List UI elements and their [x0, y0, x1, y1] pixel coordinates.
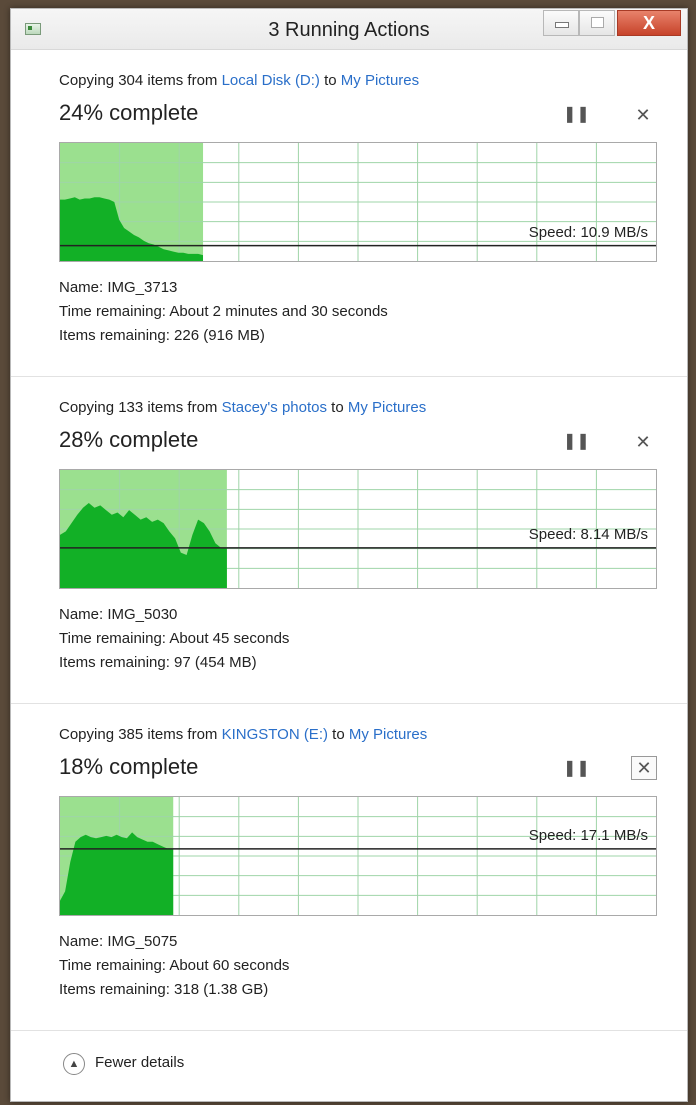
- speed-graph-svg: [60, 143, 656, 261]
- close-button[interactable]: X: [617, 10, 681, 36]
- copy-operation-1: Copying 304 items from Local Disk (D:) t…: [11, 50, 687, 377]
- copy-to: to: [319, 72, 341, 89]
- percent-complete: 24% complete: [59, 100, 199, 125]
- maximize-button[interactable]: [579, 10, 615, 36]
- copy-prefix: Copying 304 items from: [59, 72, 222, 89]
- copy-description: Copying 133 items from Stacey's photos t…: [59, 399, 426, 416]
- details: Name: IMG_5075 Time remaining: About 60 …: [59, 930, 289, 1002]
- speed-label: Speed: 10.9 MB/s: [528, 223, 648, 241]
- cancel-button[interactable]: ✕: [631, 756, 657, 780]
- pause-icon: ❚❚: [563, 760, 590, 777]
- destination-link[interactable]: My Pictures: [348, 399, 426, 416]
- file-name: Name: IMG_5030: [59, 606, 178, 623]
- speed-label: Speed: 17.1 MB/s: [528, 826, 648, 844]
- percent-complete: 18% complete: [59, 754, 199, 779]
- operations-list: Copying 304 items from Local Disk (D:) t…: [11, 50, 687, 1101]
- items-remaining: Items remaining: 97 (454 MB): [59, 654, 257, 671]
- pause-button[interactable]: ❚❚: [563, 104, 590, 126]
- pause-button[interactable]: ❚❚: [563, 431, 590, 453]
- pause-button[interactable]: ❚❚: [563, 758, 590, 780]
- percent-complete: 28% complete: [59, 427, 199, 452]
- maximize-icon: [591, 17, 604, 28]
- cancel-icon: ✕: [636, 758, 652, 778]
- destination-link[interactable]: My Pictures: [349, 726, 427, 743]
- title-bar[interactable]: 3 Running Actions X: [11, 9, 687, 50]
- speed-label: Speed: 8.14 MB/s: [528, 525, 648, 543]
- speed-graph: Speed: 10.9 MB/s: [59, 142, 657, 262]
- cancel-button[interactable]: ✕: [631, 431, 655, 453]
- time-remaining: Time remaining: About 2 minutes and 30 s…: [59, 303, 388, 320]
- cancel-icon: ✕: [635, 432, 651, 452]
- details: Name: IMG_5030 Time remaining: About 45 …: [59, 603, 289, 675]
- copy-description: Copying 304 items from Local Disk (D:) t…: [59, 72, 419, 89]
- fewer-details-button[interactable]: Fewer details: [95, 1054, 184, 1071]
- speed-graph-svg: [60, 797, 656, 915]
- speed-history-area: [60, 832, 174, 915]
- copy-operation-2: Copying 133 items from Stacey's photos t…: [11, 377, 687, 704]
- copy-description: Copying 385 items from KINGSTON (E:) to …: [59, 726, 427, 743]
- items-remaining: Items remaining: 318 (1.38 GB): [59, 981, 269, 998]
- cancel-button[interactable]: ✕: [631, 104, 655, 126]
- file-name: Name: IMG_5075: [59, 933, 178, 950]
- minimize-icon: [555, 22, 569, 28]
- copy-prefix: Copying 385 items from: [59, 726, 222, 743]
- copy-prefix: Copying 133 items from: [59, 399, 222, 416]
- footer: ▲ Fewer details: [11, 1033, 687, 1101]
- details: Name: IMG_3713 Time remaining: About 2 m…: [59, 276, 388, 348]
- speed-graph: Speed: 17.1 MB/s: [59, 796, 657, 916]
- file-operation-window: 3 Running Actions X Copying 304 items fr…: [10, 8, 688, 1102]
- speed-graph: Speed: 8.14 MB/s: [59, 469, 657, 589]
- close-icon: X: [642, 13, 655, 33]
- copy-to: to: [327, 726, 349, 743]
- chevron-up-icon[interactable]: ▲: [63, 1053, 85, 1075]
- destination-link[interactable]: My Pictures: [341, 72, 419, 89]
- source-link[interactable]: KINGSTON (E:): [222, 726, 328, 743]
- cancel-icon: ✕: [635, 105, 651, 125]
- copy-to: to: [327, 399, 348, 416]
- copy-operation-3: Copying 385 items from KINGSTON (E:) to …: [11, 704, 687, 1031]
- time-remaining: Time remaining: About 60 seconds: [59, 957, 290, 974]
- minimize-button[interactable]: [543, 10, 579, 36]
- items-remaining: Items remaining: 226 (916 MB): [59, 327, 265, 344]
- source-link[interactable]: Local Disk (D:): [222, 72, 320, 89]
- source-link[interactable]: Stacey's photos: [222, 399, 327, 416]
- pause-icon: ❚❚: [563, 433, 590, 450]
- pause-icon: ❚❚: [563, 106, 590, 123]
- file-name: Name: IMG_3713: [59, 279, 178, 296]
- time-remaining: Time remaining: About 45 seconds: [59, 630, 290, 647]
